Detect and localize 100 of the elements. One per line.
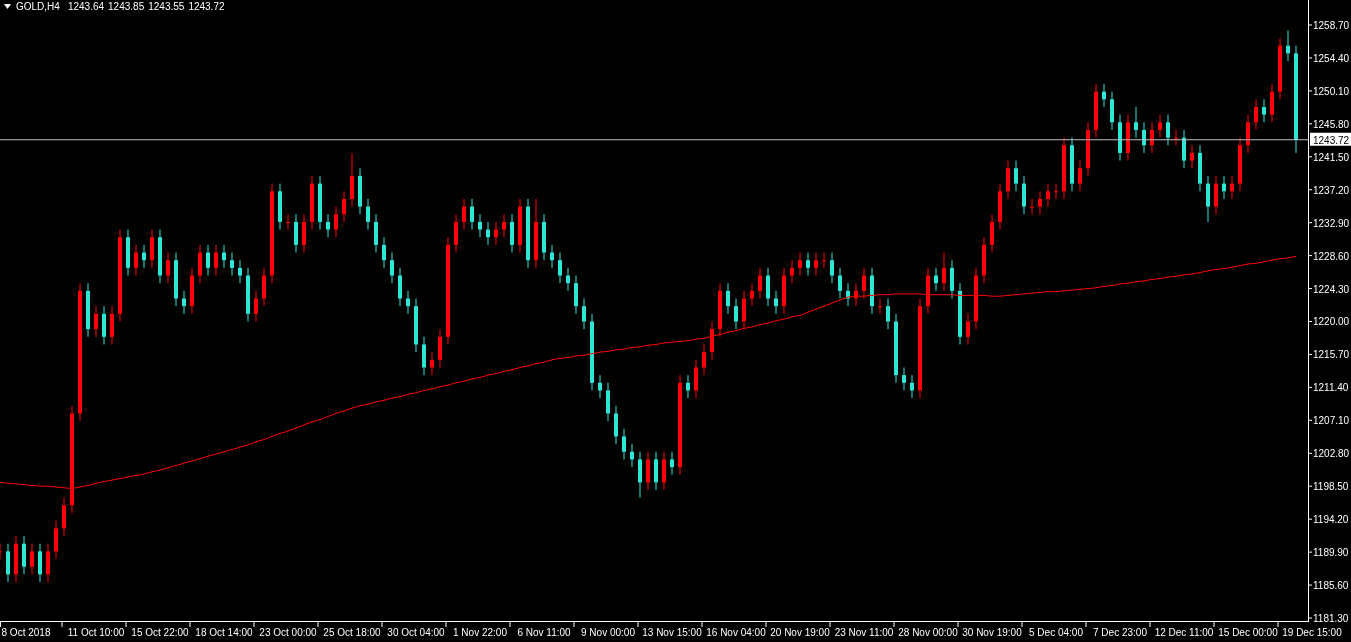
candlestick — [1086, 121, 1090, 177]
candlestick — [286, 213, 290, 231]
candlestick — [542, 213, 546, 261]
candlestick — [62, 497, 66, 537]
candlestick — [22, 535, 26, 575]
candlestick — [862, 267, 866, 299]
candlestick — [830, 252, 834, 284]
candlestick — [254, 290, 258, 322]
time-axis-label: 13 Nov 15:00 — [642, 627, 702, 638]
candlestick — [758, 267, 762, 299]
time-axis-label: 15 Oct 22:00 — [131, 627, 189, 638]
candlestick — [166, 252, 170, 284]
price-axis-label: 1237.20 — [1313, 184, 1350, 196]
candlestick — [774, 290, 778, 315]
candlestick — [262, 267, 266, 307]
candlestick — [494, 221, 498, 246]
candlestick — [566, 267, 570, 292]
candlestick — [1006, 160, 1010, 200]
candlestick — [798, 252, 802, 276]
candlestick — [1262, 98, 1266, 123]
time-axis-label: 7 Dec 23:00 — [1093, 627, 1147, 638]
candlestick — [814, 252, 818, 276]
candlestick — [582, 298, 586, 330]
time-axis-label: 12 Dec 11:00 — [1154, 627, 1214, 638]
candlestick — [142, 244, 146, 269]
price-axis-label: 1250.10 — [1313, 85, 1350, 97]
candlestick — [134, 244, 138, 276]
candlestick — [318, 175, 322, 231]
candlestick — [1270, 83, 1274, 123]
time-axis-label: 9 Nov 00:00 — [581, 627, 635, 638]
candlestick — [782, 267, 786, 315]
candlestick — [1286, 29, 1290, 62]
price-axis-label: 1202.80 — [1313, 448, 1350, 460]
time-axis-label: 23 Nov 11:00 — [834, 627, 894, 638]
candlestick — [1158, 114, 1162, 139]
candlestick — [1150, 121, 1154, 154]
candlestick — [838, 267, 842, 299]
candlestick — [30, 543, 34, 575]
candlestick — [694, 359, 698, 399]
price-axis-label: 1194.20 — [1313, 514, 1349, 526]
candlestick — [1230, 175, 1234, 200]
price-axis-label: 1228.60 — [1313, 250, 1350, 262]
price-axis-label: 1220.00 — [1313, 316, 1350, 328]
candlestick — [846, 282, 850, 307]
time-axis-label: 6 Nov 11:00 — [517, 627, 571, 638]
candlestick — [1182, 129, 1186, 169]
candlestick — [622, 428, 626, 460]
candlestick — [294, 213, 298, 254]
price-axis-label: 1185.60 — [1313, 580, 1349, 592]
quote-value: 1243.72 — [188, 1, 225, 12]
candlestick — [438, 328, 442, 368]
candlestick — [654, 451, 658, 491]
candlestick — [894, 313, 898, 384]
candlestick — [38, 543, 42, 583]
candlestick — [1094, 83, 1098, 139]
candlestick — [238, 259, 242, 284]
candlestick — [1134, 106, 1138, 139]
candlestick — [902, 366, 906, 391]
price-axis-label: 1198.50 — [1313, 481, 1349, 493]
candlestick — [86, 282, 90, 338]
candlestick — [638, 451, 642, 499]
candlestick — [606, 382, 610, 422]
candlestick — [174, 252, 178, 307]
candlestick — [854, 282, 858, 307]
candlestick — [982, 236, 986, 284]
candlestick — [110, 305, 114, 345]
candlestick — [6, 543, 10, 583]
candlestick — [1238, 137, 1242, 192]
candlestick — [430, 351, 434, 376]
candlestick — [718, 282, 722, 338]
candlestick — [214, 244, 218, 276]
candlestick — [790, 259, 794, 284]
candlestick — [326, 213, 330, 238]
candlestick — [126, 229, 130, 276]
candlestick — [950, 259, 954, 299]
candlestick — [726, 282, 730, 315]
candlestick — [878, 298, 882, 315]
price-axis-label: 1245.80 — [1313, 118, 1350, 130]
candlestick — [1062, 137, 1066, 200]
candlestick — [998, 183, 1002, 231]
candlestick — [414, 298, 418, 353]
candlestick — [1014, 160, 1018, 192]
time-axis-label: 8 Oct 2018 — [1, 627, 51, 638]
candlestick — [1046, 183, 1050, 208]
candlestick — [990, 213, 994, 254]
candlestick — [182, 290, 186, 315]
candlestick — [230, 252, 234, 276]
quote-value: 1243.85 — [108, 1, 145, 12]
candlestick — [302, 213, 306, 254]
candlestick — [222, 244, 226, 269]
candlestick — [398, 267, 402, 307]
candlestick — [0, 543, 2, 560]
price-axis-label: 1241.50 — [1313, 151, 1350, 163]
time-axis-label: 23 Oct 00:00 — [259, 627, 317, 638]
candlestick — [1054, 183, 1058, 200]
candlestick — [598, 374, 602, 399]
candlestick — [1254, 98, 1258, 131]
time-axis-label: 19 Dec 15:00 — [1282, 627, 1342, 638]
dropdown-triangle-icon[interactable] — [4, 4, 11, 9]
candlestick — [910, 374, 914, 399]
